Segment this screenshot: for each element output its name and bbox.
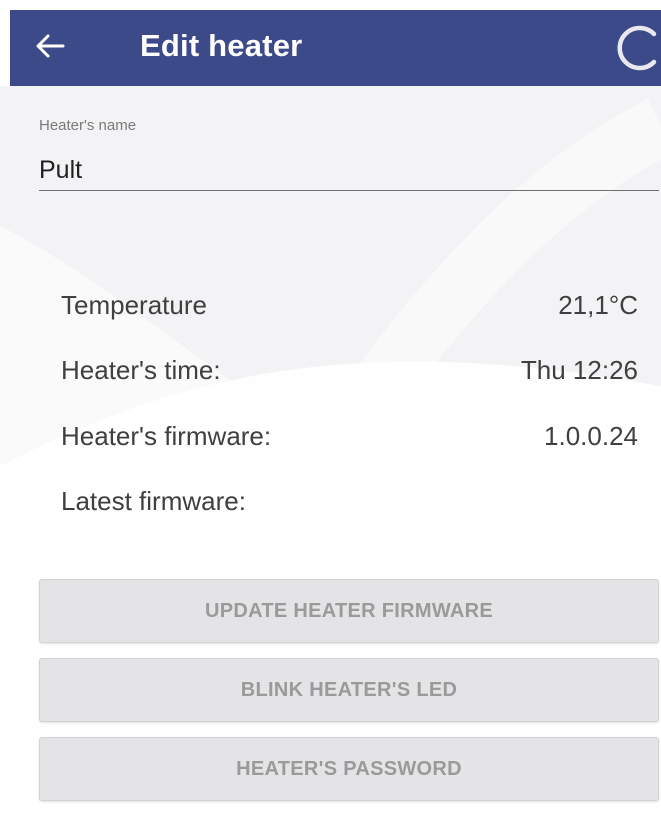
back-button[interactable] bbox=[28, 24, 72, 68]
heater-name-input[interactable] bbox=[39, 150, 659, 191]
heater-time-value: Thu 12:26 bbox=[520, 355, 638, 385]
update-firmware-button[interactable]: UPDATE HEATER FIRMWARE bbox=[39, 579, 659, 643]
heater-name-label: Heater's name bbox=[39, 117, 137, 134]
latest-firmware-row: Latest firmware: bbox=[61, 483, 638, 519]
spinner-icon bbox=[617, 25, 657, 71]
heater-firmware-value: 1.0.0.24 bbox=[544, 421, 638, 451]
heater-firmware-label: Heater's firmware: bbox=[61, 421, 272, 451]
temperature-value: 21,1°C bbox=[558, 290, 638, 320]
heater-time-row: Heater's time: Thu 12:26 bbox=[61, 352, 638, 388]
app-bar: Edit heater bbox=[10, 10, 661, 86]
arrow-left-icon bbox=[36, 34, 65, 58]
latest-firmware-label: Latest firmware: bbox=[61, 486, 246, 516]
edit-heater-screen: Edit heater Heater's name Temperature 21… bbox=[0, 0, 661, 819]
heater-password-button[interactable]: HEATER'S PASSWORD bbox=[39, 737, 659, 801]
temperature-label: Temperature bbox=[61, 290, 207, 320]
temperature-row: Temperature 21,1°C bbox=[61, 287, 638, 323]
blink-led-button[interactable]: BLINK HEATER'S LED bbox=[39, 658, 659, 722]
page-title: Edit heater bbox=[140, 28, 303, 63]
heater-firmware-row: Heater's firmware: 1.0.0.24 bbox=[61, 418, 638, 454]
heater-time-label: Heater's time: bbox=[61, 355, 221, 385]
